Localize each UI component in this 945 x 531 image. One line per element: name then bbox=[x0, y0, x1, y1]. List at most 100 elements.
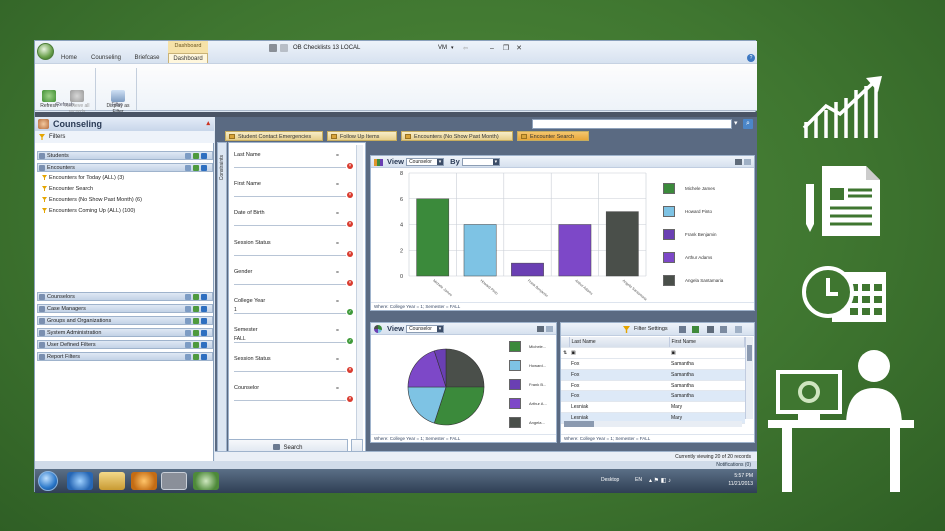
collapse-icon[interactable]: ▴ bbox=[206, 117, 210, 131]
expand-section-icon[interactable] bbox=[201, 354, 207, 360]
close-icon[interactable]: ✕ bbox=[514, 44, 524, 53]
tab-student-contact-emergencies[interactable]: Student Contact Emergencies bbox=[225, 131, 323, 141]
active-check-icon[interactable]: ✓ bbox=[347, 309, 353, 315]
clock-date[interactable]: 11/21/2013 bbox=[728, 481, 753, 487]
add-filter-icon[interactable] bbox=[185, 165, 191, 171]
user-dropdown-icon[interactable]: ▾ bbox=[451, 45, 454, 51]
table-row[interactable]: Fox Samantha bbox=[561, 380, 745, 392]
nav-filter-item[interactable]: Encounter Search bbox=[39, 184, 211, 194]
excel-icon[interactable] bbox=[692, 326, 699, 333]
field-input[interactable] bbox=[234, 219, 346, 226]
operator-label[interactable]: = bbox=[336, 357, 339, 363]
nav-filter-item[interactable]: Encounters Coming Up (ALL) (100) bbox=[39, 206, 211, 216]
desktop-label[interactable]: Desktop bbox=[601, 477, 619, 483]
active-check-icon[interactable]: ✓ bbox=[347, 338, 353, 344]
notifications-link[interactable]: Notifications (0) bbox=[35, 461, 757, 469]
clear-x-icon[interactable]: × bbox=[347, 163, 353, 169]
grid-scrollbar[interactable] bbox=[745, 337, 753, 419]
form-scrollbar[interactable] bbox=[356, 145, 363, 457]
expand-section-icon[interactable] bbox=[201, 165, 207, 171]
grid-hscrollbar[interactable] bbox=[564, 421, 742, 427]
clock-time[interactable]: 5:57 PM bbox=[734, 473, 753, 479]
language-label[interactable]: EN bbox=[635, 477, 642, 483]
tab-home[interactable]: Home bbox=[55, 53, 83, 63]
refresh-section-icon[interactable] bbox=[193, 153, 199, 159]
app-orb-icon[interactable] bbox=[37, 43, 54, 60]
media-player-icon[interactable] bbox=[131, 472, 157, 490]
add-filter-icon[interactable] bbox=[185, 294, 191, 300]
zoom-icon[interactable] bbox=[720, 326, 727, 333]
operator-label[interactable]: = bbox=[336, 182, 339, 188]
explorer-icon[interactable] bbox=[99, 472, 125, 490]
bar[interactable] bbox=[511, 262, 544, 277]
operator-label[interactable]: = bbox=[336, 211, 339, 217]
export-icon[interactable] bbox=[546, 326, 553, 332]
restore-icon[interactable]: ❐ bbox=[501, 44, 511, 53]
app-task-icon[interactable] bbox=[161, 472, 187, 490]
expand-section-icon[interactable] bbox=[201, 153, 207, 159]
clear-x-icon[interactable]: × bbox=[347, 192, 353, 198]
tab-encounter-search[interactable]: Encounter Search bbox=[517, 131, 589, 141]
filter-settings-label[interactable]: Filter Settings bbox=[634, 326, 668, 332]
view-select[interactable]: Counselor bbox=[406, 158, 445, 167]
refresh-section-icon[interactable] bbox=[193, 330, 199, 336]
filter-cell[interactable]: ▣ bbox=[569, 347, 669, 360]
refresh-section-icon[interactable] bbox=[193, 354, 199, 360]
clear-x-icon[interactable]: × bbox=[347, 221, 353, 227]
ie-icon[interactable] bbox=[67, 472, 93, 490]
minimize-icon[interactable]: – bbox=[487, 44, 497, 53]
help-nav-icon[interactable]: ⇦ bbox=[463, 45, 468, 52]
clear-x-icon[interactable]: × bbox=[347, 367, 353, 373]
people-icon[interactable] bbox=[679, 326, 686, 333]
refresh-section-icon[interactable] bbox=[193, 165, 199, 171]
help-icon[interactable]: ? bbox=[747, 54, 755, 62]
ob-task-icon[interactable] bbox=[193, 472, 219, 490]
refresh-section-icon[interactable] bbox=[193, 318, 199, 324]
settings-icon[interactable] bbox=[735, 159, 742, 165]
operator-label[interactable]: = bbox=[336, 241, 339, 247]
add-filter-icon[interactable] bbox=[185, 153, 191, 159]
export-icon[interactable] bbox=[735, 326, 742, 333]
tab-encounters-no-show[interactable]: Encounters (No Show Past Month) bbox=[401, 131, 513, 141]
column-last-name[interactable]: Last Name bbox=[569, 337, 670, 349]
constraints-sidebar[interactable]: Constraints bbox=[217, 142, 227, 460]
operator-label[interactable]: = bbox=[336, 299, 339, 305]
operator-label[interactable]: = bbox=[336, 153, 339, 159]
nav-filter-item[interactable]: Encounters (No Show Past Month) (6) bbox=[39, 195, 211, 205]
tab-briefcase[interactable]: Briefcase bbox=[129, 53, 165, 63]
tab-counseling[interactable]: Counseling bbox=[87, 53, 125, 63]
add-filter-icon[interactable] bbox=[185, 330, 191, 336]
clear-x-icon[interactable]: × bbox=[347, 280, 353, 286]
column-first-name[interactable]: First Name bbox=[669, 337, 745, 349]
table-row[interactable]: Fox Samantha bbox=[561, 358, 745, 370]
search-icon[interactable]: ⌕ bbox=[743, 119, 753, 129]
settings-icon[interactable] bbox=[537, 326, 544, 332]
search-dropdown-icon[interactable]: ▾ bbox=[734, 119, 738, 127]
expand-section-icon[interactable] bbox=[201, 330, 207, 336]
add-filter-icon[interactable] bbox=[185, 306, 191, 312]
expand-section-icon[interactable] bbox=[201, 342, 207, 348]
export-icon[interactable] bbox=[744, 159, 751, 165]
filter-row[interactable]: ⇅ ▣ ▣ bbox=[561, 347, 745, 360]
field-input[interactable] bbox=[234, 190, 346, 197]
expand-section-icon[interactable] bbox=[201, 294, 207, 300]
operator-label[interactable]: = bbox=[336, 270, 339, 276]
tab-dashboard[interactable]: Dashboard bbox=[168, 53, 208, 63]
pin-icon[interactable] bbox=[269, 44, 277, 52]
view-select[interactable]: Counselor bbox=[406, 325, 445, 334]
tray-icons[interactable]: ▴ ⚑ ◧ ♪ bbox=[649, 477, 671, 484]
bar[interactable] bbox=[558, 224, 592, 277]
filter-cell[interactable]: ▣ bbox=[669, 347, 745, 360]
field-input[interactable]: FALL bbox=[234, 336, 346, 343]
table-row[interactable]: Lesniak Mary bbox=[561, 401, 745, 414]
refresh-section-icon[interactable] bbox=[193, 306, 199, 312]
global-search-input[interactable] bbox=[532, 119, 732, 129]
clear-x-icon[interactable]: × bbox=[347, 251, 353, 257]
expand-section-icon[interactable] bbox=[201, 318, 207, 324]
nav-filter-item[interactable]: Encounters for Today (ALL) (3) bbox=[39, 173, 211, 183]
refresh-section-icon[interactable] bbox=[193, 342, 199, 348]
add-filter-icon[interactable] bbox=[185, 342, 191, 348]
add-filter-icon[interactable] bbox=[185, 354, 191, 360]
bar[interactable] bbox=[605, 211, 639, 277]
table-row[interactable]: Fox Samantha bbox=[561, 369, 745, 381]
